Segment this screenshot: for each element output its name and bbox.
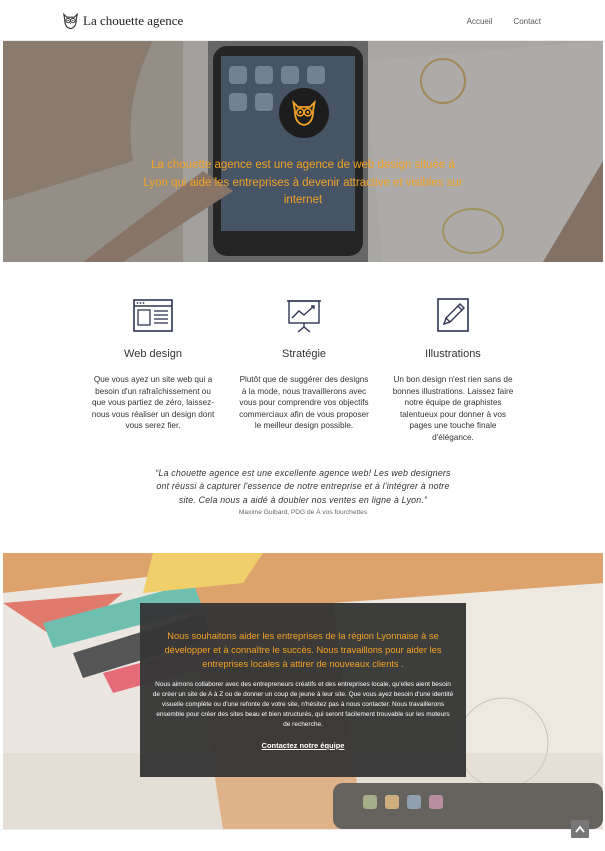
arrow-up-icon <box>575 825 585 833</box>
nav-link-contact[interactable]: Contact <box>513 17 541 26</box>
about-body: Nous aimons collaborer avec des entrepre… <box>152 680 454 729</box>
service-title: Web design <box>124 348 182 360</box>
hero-banner: La chouette agence est une agence de web… <box>3 41 603 262</box>
web-design-icon <box>133 299 173 332</box>
page-footer <box>0 829 605 851</box>
hero-tagline: La chouette agence est une agence de web… <box>143 159 463 206</box>
pencil-icon <box>437 298 469 332</box>
owl-logo-icon <box>62 12 79 30</box>
service-description: Plutôt que de suggérer des designs à la … <box>239 375 369 431</box>
service-illustrations: Illustrations Un bon design n'est rien s… <box>388 298 518 444</box>
service-description: Un bon design n'est rien sans de bonnes … <box>392 375 514 442</box>
strategy-chart-icon <box>287 300 321 333</box>
testimonial-author: Maxime Guibard, PDG de À vos fourchettes <box>238 508 368 516</box>
scroll-to-top-button[interactable] <box>571 820 589 838</box>
main-nav: Accueil Contact <box>467 17 541 26</box>
service-web-design: Web design Que vous ayez un site web qui… <box>88 298 218 432</box>
site-header: La chouette agence Accueil Contact <box>0 0 605 41</box>
service-description: Que vous ayez un site web qui a besoin d… <box>91 375 215 431</box>
owl-emblem-icon <box>279 88 329 138</box>
contact-team-link[interactable]: Contactez notre équipe <box>262 741 345 750</box>
site-logo-link[interactable]: La chouette agence <box>61 11 183 31</box>
about-section: Nous souhaitons aider les entreprises de… <box>3 553 603 829</box>
about-content-box: Nous souhaitons aider les entreprises de… <box>140 603 466 777</box>
service-title: Illustrations <box>425 348 481 360</box>
service-strategy: Stratégie Plutôt que de suggérer des des… <box>239 298 369 432</box>
site-title: La chouette agence <box>83 13 184 28</box>
nav-link-accueil[interactable]: Accueil <box>467 17 493 26</box>
hero-overlay <box>3 41 603 262</box>
testimonial-quote: “La chouette agence est une excellente a… <box>155 468 451 505</box>
about-heading: Nous souhaitons aider les entreprises de… <box>164 631 442 670</box>
service-title: Stratégie <box>281 348 327 360</box>
testimonial: “La chouette agence est une excellente a… <box>150 467 456 516</box>
